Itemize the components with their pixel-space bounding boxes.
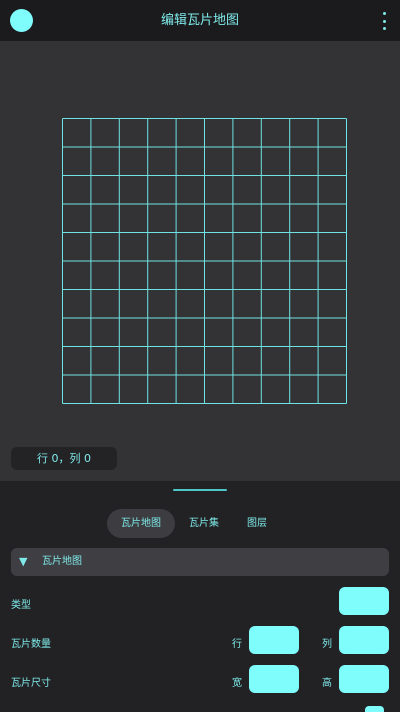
tab-tilemap[interactable]: 瓦片地图 bbox=[107, 509, 175, 538]
menu-dot bbox=[382, 19, 386, 23]
tile-grid[interactable] bbox=[62, 118, 347, 404]
menu-dot bbox=[382, 27, 386, 30]
section-header-tilemap[interactable]: ▼ 瓦片地图 bbox=[11, 548, 389, 576]
type-select[interactable] bbox=[339, 587, 389, 615]
partial-control[interactable] bbox=[365, 706, 384, 712]
tile-grid-svg[interactable] bbox=[62, 118, 347, 404]
type-label: 类型 bbox=[11, 600, 31, 611]
section-label: 瓦片地图 bbox=[42, 556, 82, 567]
top-bar: 编辑瓦片地图 bbox=[0, 0, 400, 41]
size-width-label: 宽 bbox=[232, 678, 242, 689]
page-title: 编辑瓦片地图 bbox=[160, 13, 239, 28]
menu-dot bbox=[382, 12, 386, 15]
more-vert-icon[interactable] bbox=[380, 12, 388, 30]
triangle-down-icon: ▼ bbox=[19, 555, 28, 568]
panel-tabs: 瓦片地图 瓦片集 图层 bbox=[107, 509, 281, 538]
tile-count-label: 瓦片数量 bbox=[11, 639, 51, 650]
tile-height-input[interactable] bbox=[339, 665, 389, 693]
count-row-label: 行 bbox=[232, 639, 242, 650]
count-col-label: 列 bbox=[322, 639, 332, 650]
tab-tileset[interactable]: 瓦片集 bbox=[175, 509, 233, 538]
tile-width-input[interactable] bbox=[249, 665, 299, 693]
bottom-panel: 瓦片地图 瓦片集 图层 ▼ 瓦片地图 类型 瓦片数量 行 列 瓦片尺寸 宽 高 bbox=[0, 481, 400, 712]
tile-rows-input[interactable] bbox=[249, 626, 299, 654]
tilemap-canvas[interactable] bbox=[0, 41, 400, 481]
tab-layers[interactable]: 图层 bbox=[233, 509, 281, 538]
tile-cols-input[interactable] bbox=[339, 626, 389, 654]
size-height-label: 高 bbox=[322, 678, 332, 689]
tile-size-label: 瓦片尺寸 bbox=[11, 678, 51, 689]
cursor-coordinates: 行 0，列 0 bbox=[11, 447, 117, 470]
drag-handle[interactable] bbox=[173, 489, 227, 491]
